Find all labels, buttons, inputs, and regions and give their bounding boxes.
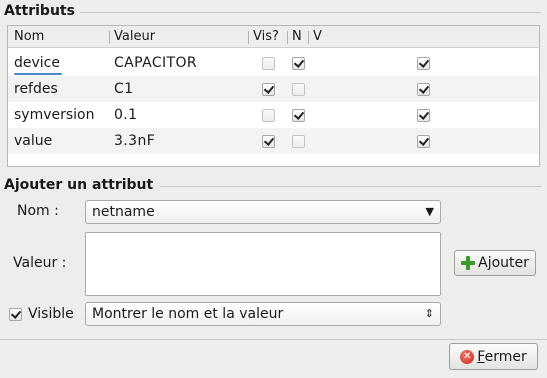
attribute-name: refdes [14, 81, 58, 97]
table-header: Nom Valeur Vis? N V [8, 26, 539, 48]
show-name-checkbox[interactable] [292, 83, 305, 96]
plus-icon [461, 256, 476, 270]
visible-checkbox[interactable] [262, 83, 275, 96]
add-attribute-section-divider [160, 186, 541, 187]
show-value-checkbox[interactable] [417, 135, 430, 148]
add-button-label: Ajouter [478, 255, 529, 271]
attribute-value: 3.3nF [114, 133, 156, 149]
chevron-down-icon: ▼ [425, 205, 434, 218]
value-label: Valeur : [13, 255, 67, 271]
name-combo-value: netname [92, 204, 155, 220]
close-button[interactable]: ✕ Fermer [449, 343, 538, 370]
table-row[interactable]: refdes C1 [8, 76, 539, 102]
visibility-select-value: Montrer le nom et la valeur [92, 306, 284, 322]
value-textarea[interactable] [85, 232, 441, 296]
selection-underline [14, 73, 62, 75]
add-button[interactable]: Ajouter [454, 250, 536, 276]
attributes-section-title: Attributs [4, 3, 75, 19]
column-header-show-name[interactable]: N [288, 26, 302, 48]
column-header-value[interactable]: Valeur [110, 26, 155, 48]
table-row[interactable]: device CAPACITOR [8, 50, 539, 76]
show-value-checkbox[interactable] [417, 83, 430, 96]
show-value-checkbox[interactable] [417, 57, 430, 70]
add-attribute-section-title: Ajouter un attribut [4, 177, 153, 193]
attribute-value: 0.1 [114, 107, 138, 123]
visible-label: Visible [28, 306, 74, 322]
table-row[interactable]: value 3.3nF [8, 128, 539, 154]
footer-divider [0, 339, 547, 340]
show-name-checkbox[interactable] [292, 57, 305, 70]
visible-checkbox[interactable] [262, 109, 275, 122]
attributes-section-divider [80, 12, 541, 13]
close-icon: ✕ [460, 349, 475, 364]
close-button-label: Fermer [477, 348, 527, 365]
visible-checkbox[interactable] [262, 135, 275, 148]
column-header-name[interactable]: Nom [10, 26, 44, 48]
attributes-table[interactable]: Nom Valeur Vis? N V device CAPACITOR ref… [7, 25, 540, 167]
attribute-value: CAPACITOR [114, 55, 198, 71]
show-name-checkbox[interactable] [292, 135, 305, 148]
attribute-name: symversion [14, 107, 95, 123]
table-row[interactable]: symversion 0.1 [8, 102, 539, 128]
add-attribute-title-text: Ajouter un attribut [4, 177, 154, 193]
show-value-checkbox[interactable] [417, 109, 430, 122]
attribute-name: value [14, 133, 53, 149]
attributes-title-text: Attributs [4, 3, 75, 19]
attribute-value: C1 [114, 81, 134, 97]
show-name-checkbox[interactable] [292, 109, 305, 122]
visibility-select[interactable]: Montrer le nom et la valeur ⇕ [85, 302, 441, 326]
visible-checkbox[interactable] [262, 57, 275, 70]
column-header-visible[interactable]: Vis? [249, 26, 279, 48]
chevron-updown-icon: ⇕ [424, 307, 434, 320]
column-header-show-value[interactable]: V [309, 26, 322, 48]
visible-toggle-checkbox[interactable] [9, 308, 22, 321]
name-label: Nom : [17, 203, 59, 219]
name-combo[interactable]: netname ▼ [85, 200, 441, 224]
